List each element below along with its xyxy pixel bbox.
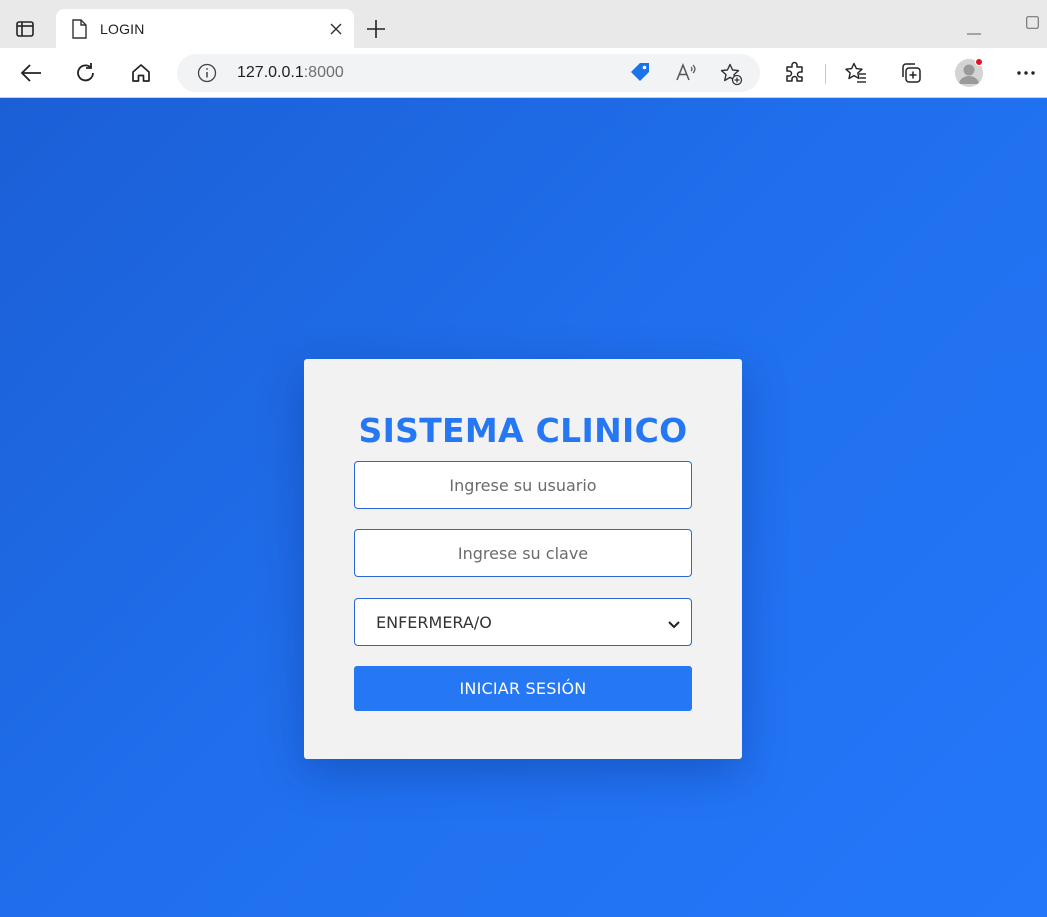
tab-strip: LOGIN: [0, 0, 1047, 48]
minimize-icon[interactable]: [967, 22, 981, 35]
read-aloud-icon[interactable]: [674, 62, 698, 84]
navigation-bar: 127.0.0.1:8000: [0, 48, 1047, 98]
info-icon[interactable]: [197, 63, 217, 83]
page-icon: [70, 19, 88, 39]
collections-icon[interactable]: [899, 61, 923, 85]
extensions-icon[interactable]: [783, 61, 807, 85]
back-icon[interactable]: [19, 61, 43, 85]
tab-actions-icon[interactable]: [14, 18, 36, 40]
url-text: 127.0.0.1:8000: [237, 64, 344, 82]
browser-tab[interactable]: LOGIN: [56, 9, 354, 48]
tab-title: LOGIN: [100, 21, 145, 37]
url-host: 127.0.0.1: [237, 64, 304, 81]
toolbar-divider: [825, 64, 826, 84]
more-options-icon[interactable]: [1014, 61, 1038, 85]
password-input[interactable]: [354, 529, 692, 577]
notification-dot: [975, 58, 983, 66]
home-icon[interactable]: [129, 61, 153, 85]
page-background: SISTEMA CLINICO ENFERMERA/O INICIAR SESI…: [0, 98, 1047, 917]
refresh-icon[interactable]: [74, 61, 98, 85]
chevron-down-icon: [667, 617, 681, 629]
login-title: SISTEMA CLINICO: [358, 411, 688, 450]
new-tab-icon[interactable]: [365, 18, 387, 40]
favorites-icon[interactable]: [844, 61, 868, 85]
address-bar[interactable]: 127.0.0.1:8000: [177, 54, 760, 92]
role-select[interactable]: ENFERMERA/O: [354, 598, 692, 646]
login-card: SISTEMA CLINICO ENFERMERA/O INICIAR SESI…: [304, 359, 742, 759]
close-icon[interactable]: [328, 21, 344, 37]
maximize-icon[interactable]: [1026, 16, 1039, 29]
add-favorite-icon[interactable]: [719, 62, 743, 86]
login-button[interactable]: INICIAR SESIÓN: [354, 666, 692, 711]
coupon-tag-icon[interactable]: [629, 62, 651, 84]
url-port: :8000: [303, 64, 344, 81]
role-select-value: ENFERMERA/O: [376, 613, 492, 632]
username-input[interactable]: [354, 461, 692, 509]
